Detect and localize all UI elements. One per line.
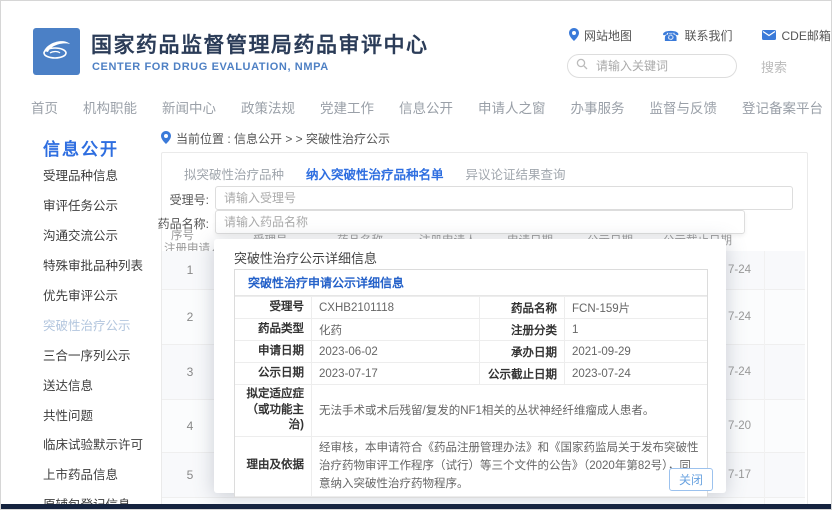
nav-item-registration-platform[interactable]: 登记备案平台 (742, 97, 823, 117)
sidebar-item-breakthrough-therapy[interactable]: 突破性治疗公示 (43, 309, 163, 339)
contact-link-label: 联系我们 (684, 27, 732, 44)
search-box[interactable] (567, 54, 737, 78)
content-tabs: 拟突破性治疗品种 纳入突破性治疗品种名单 异议论证结果查询 (184, 164, 566, 183)
detail-modal: 突破性治疗公示详细信息 突破性治疗申请公示详细信息 受理号 CXHB210111… (214, 239, 726, 493)
sidebar-item-delivery-info[interactable]: 送达信息 (43, 369, 163, 399)
row-index: 2 (170, 310, 210, 324)
search-input[interactable] (594, 58, 708, 74)
footer-bar (1, 504, 831, 509)
row-deadline-fragment: 7-17 (728, 469, 751, 481)
detail-box: 突破性治疗申请公示详细信息 受理号 CXHB2101118 药品名称 FCN-1… (234, 269, 708, 498)
nav-item-news[interactable]: 新闻中心 (162, 97, 216, 117)
field-label: 理由及依据 (235, 436, 312, 496)
contact-link[interactable]: ☎ 联系我们 (662, 27, 732, 44)
row-index: 5 (170, 468, 210, 482)
field-value: 无法手术或术后残留/复发的NF1相关的丛状神经纤维瘤成人患者。 (312, 385, 708, 437)
field-label: 受理号 (235, 297, 312, 319)
site-title-cn: 国家药品监督管理局药品审评中心 (91, 29, 429, 59)
field-label: 药品名称 (480, 297, 565, 319)
sitemap-link-label: 网站地图 (584, 27, 632, 44)
sidebar-item-special-approval[interactable]: 特殊审批品种列表 (43, 250, 163, 280)
sidebar-item-clinical-trial-license[interactable]: 临床试验默示许可 (43, 429, 163, 459)
phone-icon: ☎ (662, 29, 679, 43)
row-deadline-fragment: 7-24 (728, 264, 751, 276)
modal-title: 突破性治疗公示详细信息 (234, 248, 377, 267)
sidebar-item-priority-review[interactable]: 优先审评公示 (43, 280, 163, 310)
field-value: 2023-07-17 (312, 363, 480, 385)
field-value: FCN-159片 (565, 297, 708, 319)
row-deadline-fragment: 7-20 (728, 420, 751, 432)
field-value: 2023-07-24 (565, 363, 708, 385)
sidebar-item-review-tasks[interactable]: 审评任务公示 (43, 190, 163, 220)
nav-item-party[interactable]: 党建工作 (320, 97, 374, 117)
mailbox-link[interactable]: CDE邮箱 (762, 27, 830, 44)
field-value: CXHB2101118 (312, 297, 480, 319)
field-value: 2021-09-29 (565, 341, 708, 363)
sidebar-item-three-in-one[interactable]: 三合一序列公示 (43, 339, 163, 369)
swan-logo-icon (40, 34, 74, 69)
sidebar-item-accepted-varieties[interactable]: 受理品种信息 (43, 160, 163, 190)
field-label: 公示日期 (235, 363, 312, 385)
sitemap-link[interactable]: 网站地图 (569, 27, 632, 44)
row-deadline-fragment: 7-24 (728, 366, 751, 378)
sidebar-item-common-issues[interactable]: 共性问题 (43, 399, 163, 429)
mailbox-link-label: CDE邮箱 (781, 27, 830, 44)
breadcrumb-text: 当前位置 : 信息公开 > > 突破性治疗公示 (176, 130, 390, 147)
detail-table: 受理号 CXHB2101118 药品名称 FCN-159片 药品类型 化药 注册… (235, 296, 707, 497)
envelope-icon (762, 29, 776, 43)
field-value: 2023-06-02 (312, 341, 480, 363)
sidebar-title: 信息公开 (43, 135, 119, 160)
row-deadline-fragment: 7-24 (728, 311, 751, 323)
sidebar-item-communication[interactable]: 沟通交流公示 (43, 220, 163, 250)
nav-item-info-disclosure[interactable]: 信息公开 (399, 97, 453, 117)
detail-section-title: 突破性治疗申请公示详细信息 (235, 270, 707, 296)
breadcrumb: 当前位置 : 信息公开 > > 突破性治疗公示 (161, 130, 390, 147)
row-index: 4 (170, 419, 210, 433)
location-pin-icon (161, 131, 171, 147)
top-links: 网站地图 ☎ 联系我们 CDE邮箱 (569, 27, 831, 44)
search-icon (576, 57, 588, 75)
nav-item-supervision[interactable]: 监督与反馈 (650, 97, 718, 117)
cde-logo (33, 28, 80, 75)
drug-name-input[interactable] (215, 210, 745, 234)
tab-included-breakthrough-list[interactable]: 纳入突破性治疗品种名单 (306, 164, 444, 183)
main-nav: 首页 机构职能 新闻中心 政策法规 党建工作 信息公开 申请人之窗 办事服务 监… (31, 97, 823, 117)
acceptance-number-label: 受理号: (159, 191, 209, 208)
nav-item-policy[interactable]: 政策法规 (241, 97, 295, 117)
tab-objection-results[interactable]: 异议论证结果查询 (466, 164, 566, 183)
field-value: 经审核，本申请符合《药品注册管理办法》和《国家药监局关于发布突破性治疗药物审评工… (312, 436, 708, 496)
sidebar-menu: 受理品种信息 审评任务公示 沟通交流公示 特殊审批品种列表 优先审评公示 突破性… (43, 160, 163, 510)
row-index: 3 (170, 365, 210, 379)
field-label: 药品类型 (235, 319, 312, 341)
field-label: 承办日期 (480, 341, 565, 363)
field-label: 公示截止日期 (480, 363, 565, 385)
location-pin-icon (569, 28, 579, 44)
site-title-en: CENTER FOR DRUG EVALUATION, NMPA (92, 61, 329, 73)
page: 国家药品监督管理局药品审评中心 CENTER FOR DRUG EVALUATI… (0, 0, 832, 510)
close-button[interactable]: 关闭 (669, 468, 713, 491)
field-value: 化药 (312, 319, 480, 341)
search-bar: 搜索 (567, 54, 793, 78)
nav-item-applicant-window[interactable]: 申请人之窗 (478, 97, 546, 117)
sidebar-item-marketed-drugs[interactable]: 上市药品信息 (43, 459, 163, 489)
field-label: 拟定适应症（或功能主治) (235, 385, 312, 437)
field-label: 注册分类 (480, 319, 565, 341)
nav-item-services[interactable]: 办事服务 (571, 97, 625, 117)
row-index: 1 (170, 263, 210, 277)
table-column-divider (764, 251, 765, 505)
tab-proposed-breakthrough[interactable]: 拟突破性治疗品种 (184, 164, 284, 183)
nav-item-functions[interactable]: 机构职能 (83, 97, 137, 117)
acceptance-number-input[interactable] (215, 186, 793, 210)
nav-item-home[interactable]: 首页 (31, 97, 58, 117)
field-value: 1 (565, 319, 708, 341)
field-label: 申请日期 (235, 341, 312, 363)
search-button[interactable]: 搜索 (755, 56, 793, 77)
